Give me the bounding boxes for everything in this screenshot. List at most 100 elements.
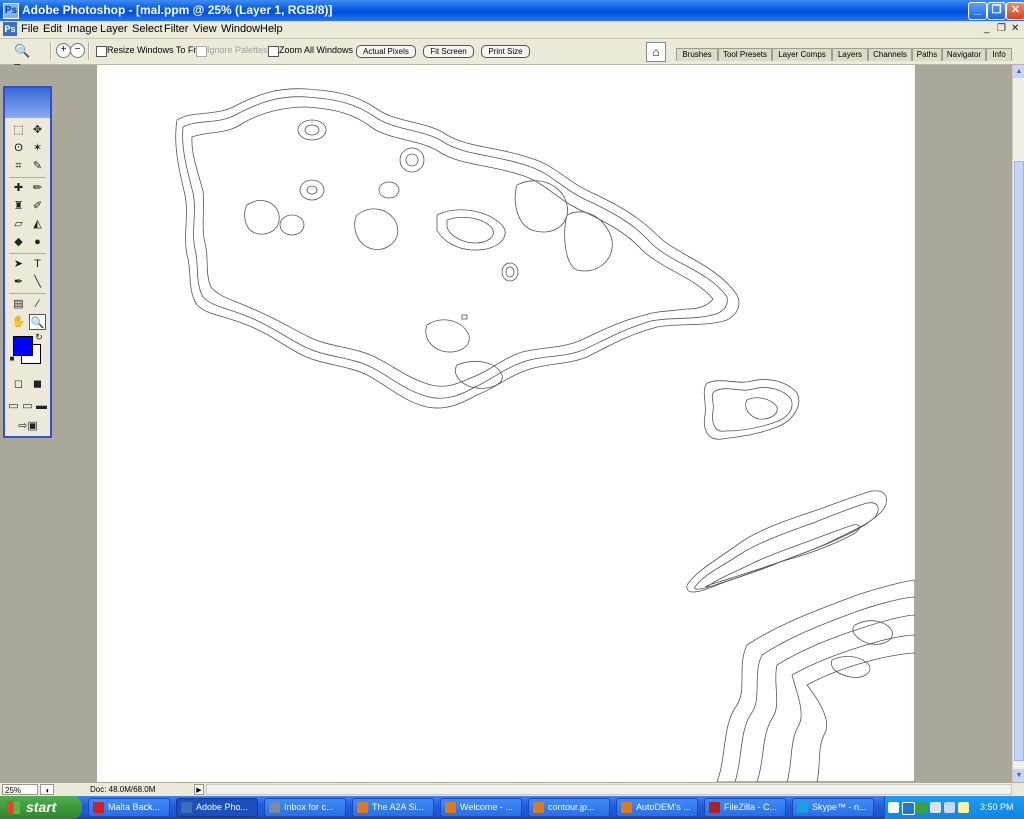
standard-mode-icon[interactable]: ◻ xyxy=(10,376,27,392)
full-screen-menu-mode-icon[interactable]: ▭ xyxy=(21,398,34,414)
hand-tool-icon[interactable]: ✋ xyxy=(10,314,27,330)
taskbar-item[interactable]: Adobe Pho... xyxy=(176,798,258,817)
taskbar-item[interactable]: Malta Back... xyxy=(88,798,170,817)
taskbar-item-label: FileZilla - C... xyxy=(724,802,778,812)
full-screen-mode-icon[interactable]: ▬ xyxy=(35,398,48,414)
scroll-up-arrow-icon[interactable]: ▲ xyxy=(1013,65,1024,78)
tab-navigator[interactable]: Navigator xyxy=(942,48,986,61)
taskbar-app-icon xyxy=(445,802,456,813)
zoom-all-windows-checkbox[interactable] xyxy=(268,46,279,57)
tab-layer-comps[interactable]: Layer Comps xyxy=(772,48,832,61)
zoom-out-icon[interactable]: − xyxy=(70,43,85,58)
taskbar-item[interactable]: contour.jp... xyxy=(528,798,610,817)
doc-close-button[interactable]: ✕ xyxy=(1011,23,1019,34)
ignore-palettes-checkbox[interactable] xyxy=(196,46,207,57)
toolbox-header[interactable] xyxy=(5,88,50,118)
tab-brushes[interactable]: Brushes xyxy=(676,48,718,61)
blur-tool-icon[interactable]: ◆ xyxy=(10,234,27,250)
scrollbar-thumb[interactable] xyxy=(1014,161,1024,761)
resize-windows-checkbox[interactable] xyxy=(96,46,107,57)
menu-filter[interactable]: Filter xyxy=(164,23,188,35)
horizontal-scrollbar[interactable] xyxy=(206,784,1012,795)
foreground-color-swatch[interactable] xyxy=(13,336,33,356)
tab-tool-presets[interactable]: Tool Presets xyxy=(718,48,772,61)
menu-help[interactable]: Help xyxy=(260,23,283,35)
history-brush-tool-icon[interactable]: ✐ xyxy=(29,198,46,214)
swap-colors-icon[interactable]: ↻ xyxy=(33,332,45,342)
eyedropper-tool-icon[interactable]: ⁄ xyxy=(29,296,46,312)
clone-stamp-tool-icon[interactable]: ♜ xyxy=(10,198,27,214)
taskbar-item[interactable]: Inbox for c... xyxy=(264,798,346,817)
marquee-tool-icon[interactable]: ⬚ xyxy=(10,122,27,138)
zoom-tool-icon[interactable]: 🔍 xyxy=(29,314,46,330)
tray-arrow-icon[interactable] xyxy=(888,802,899,813)
menu-layer[interactable]: Layer xyxy=(100,23,128,35)
menu-file[interactable]: File xyxy=(21,23,39,35)
taskbar-item-label: The A2A Si... xyxy=(372,802,425,812)
tab-info[interactable]: Info xyxy=(986,48,1012,61)
tray-network-icon[interactable] xyxy=(930,802,941,813)
clock[interactable]: 3:50 PM xyxy=(980,802,1014,812)
path-selection-tool-icon[interactable]: ➤ xyxy=(10,256,27,272)
lasso-tool-icon[interactable]: ʘ xyxy=(10,140,27,156)
notes-tool-icon[interactable]: ▤ xyxy=(10,296,27,312)
minimize-button[interactable]: _ xyxy=(968,2,987,20)
vertical-scrollbar[interactable]: ▲ ▼ xyxy=(1012,65,1024,782)
crop-tool-icon[interactable]: ⌗ xyxy=(10,158,27,174)
taskbar-item[interactable]: FileZilla - C... xyxy=(704,798,786,817)
tray-volume-icon[interactable] xyxy=(944,802,955,813)
tray-info-icon[interactable] xyxy=(958,802,969,813)
file-browser-icon[interactable]: ⌂ xyxy=(646,42,666,62)
photoshop-app-icon[interactable]: Ps xyxy=(3,3,19,19)
menu-image[interactable]: Image xyxy=(67,23,98,35)
menu-edit[interactable]: Edit xyxy=(43,23,62,35)
brush-tool-icon[interactable]: ✏ xyxy=(29,180,46,196)
taskbar-app-icon xyxy=(93,802,104,813)
taskbar-item-label: AutoDEM's ... xyxy=(636,802,691,812)
paint-bucket-tool-icon[interactable]: ◭ xyxy=(29,216,46,232)
jump-to-imageready-icon[interactable]: ⇨▣ xyxy=(10,418,46,434)
taskbar-app-icon xyxy=(797,802,808,813)
move-tool-icon[interactable]: ✥ xyxy=(29,122,46,138)
document-canvas[interactable] xyxy=(97,65,915,782)
pen-tool-icon[interactable]: ✒ xyxy=(10,274,27,290)
fit-screen-button[interactable]: Fit Screen xyxy=(423,45,474,58)
default-colors-icon[interactable]: ■ xyxy=(7,354,17,364)
tab-layers[interactable]: Layers xyxy=(832,48,868,61)
document-icon[interactable]: Ps xyxy=(3,22,17,36)
eraser-tool-icon[interactable]: ▱ xyxy=(10,216,27,232)
menu-view[interactable]: View xyxy=(193,23,217,35)
tray-app-icon[interactable] xyxy=(902,802,915,815)
scroll-down-arrow-icon[interactable]: ▼ xyxy=(1013,769,1024,782)
zoom-level-field[interactable]: 25% xyxy=(2,784,38,795)
close-button[interactable]: ✕ xyxy=(1006,2,1024,20)
tab-paths[interactable]: Paths xyxy=(912,48,942,61)
doc-restore-button[interactable]: ❐ xyxy=(997,23,1006,34)
print-size-button[interactable]: Print Size xyxy=(481,45,530,58)
taskbar-item[interactable]: Welcome - ... xyxy=(440,798,522,817)
menu-select[interactable]: Select xyxy=(132,23,163,35)
menu-window[interactable]: Window xyxy=(221,23,260,35)
taskbar-item[interactable]: Skype™ - n... xyxy=(792,798,874,817)
quick-mask-mode-icon[interactable]: ◼ xyxy=(29,376,46,392)
taskbar-item[interactable]: AutoDEM's ... xyxy=(616,798,698,817)
healing-brush-tool-icon[interactable]: ✚ xyxy=(10,180,27,196)
zoom-in-icon[interactable]: + xyxy=(56,43,71,58)
tray-skype-icon[interactable] xyxy=(916,802,927,813)
standard-screen-mode-icon[interactable]: ▭ xyxy=(7,398,20,414)
slice-tool-icon[interactable]: ✎ xyxy=(29,158,46,174)
actual-pixels-button[interactable]: Actual Pixels xyxy=(356,45,416,58)
magic-wand-tool-icon[interactable]: ✶ xyxy=(29,140,46,156)
start-button[interactable]: start xyxy=(0,796,82,819)
doc-minimize-button[interactable]: _ xyxy=(984,23,990,34)
taskbar-item[interactable]: The A2A Si... xyxy=(352,798,434,817)
type-tool-icon[interactable]: T xyxy=(29,256,46,272)
status-menu-arrow-icon[interactable]: ▶ xyxy=(194,784,204,795)
maximize-button[interactable]: ❐ xyxy=(987,2,1006,20)
taskbar-app-icon xyxy=(357,802,368,813)
line-tool-icon[interactable]: ╲ xyxy=(29,274,46,290)
zoom-tool-preset-icon[interactable]: 🔍▾ xyxy=(14,43,36,74)
tab-channels[interactable]: Channels xyxy=(868,48,912,61)
dodge-tool-icon[interactable]: ● xyxy=(29,234,46,250)
status-icon[interactable]: ◐ xyxy=(40,784,54,795)
